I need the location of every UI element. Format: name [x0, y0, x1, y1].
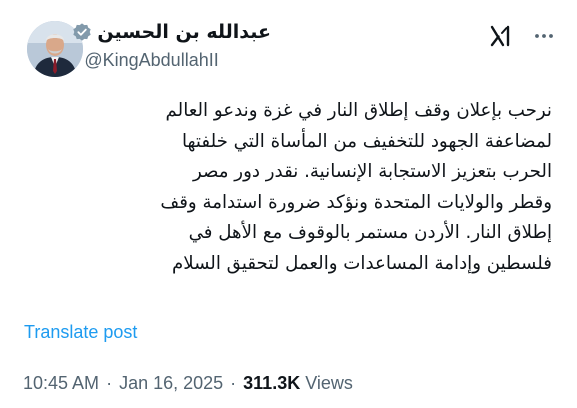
views-count: 311.3K [243, 373, 301, 393]
grok-icon[interactable] [489, 24, 515, 48]
name-row: عبدالله بن الحسين [72, 18, 271, 46]
tweet-line: نرحب بإعلان وقف إطلاق النار في غزة وندعو… [165, 100, 552, 121]
tweet-text: نرحب بإعلان وقف إطلاق النار في غزة وندعو… [30, 96, 552, 280]
tweet-line: إطلاق النار. الأردن مستمر بالوقوف مع الأ… [188, 222, 552, 244]
meta-separator: · [230, 373, 237, 393]
tweet-line: فلسطين وإدامة المساعدات والعمل لتحقيق ال… [171, 252, 552, 274]
views-label: Views [305, 373, 353, 393]
more-options-icon[interactable] [533, 25, 555, 47]
post-time[interactable]: 10:45 AM [23, 373, 99, 394]
tweet-meta: 10:45 AM · Jan 16, 2025 · 311.3K Views [23, 373, 353, 394]
tweet-line: الحرب بتعزيز الاستجابة الإنسانية. نقدر د… [192, 161, 552, 183]
user-handle[interactable]: @KingAbdullahII [72, 50, 271, 71]
verified-badge-icon[interactable] [72, 22, 92, 42]
post-date[interactable]: Jan 16, 2025 [119, 373, 223, 394]
tweet-line: وقطر والولايات المتحدة ونؤكد ضرورة استدا… [160, 191, 552, 213]
author-info: عبدالله بن الحسين @KingAbdullahII [72, 18, 271, 71]
meta-separator: · [106, 373, 113, 393]
tweet-line: لمضاعفة الجهود للتخفيف من المأساة التي خ… [181, 130, 552, 152]
header-tools [489, 24, 555, 48]
translate-post-link[interactable]: Translate post [24, 322, 137, 343]
display-name[interactable]: عبدالله بن الحسين [97, 18, 271, 46]
